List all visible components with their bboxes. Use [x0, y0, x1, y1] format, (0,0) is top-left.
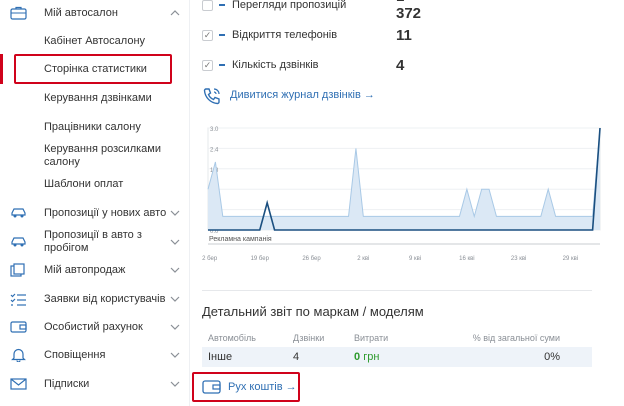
cell-cost-value: 0 — [354, 351, 361, 363]
chevron-down-icon — [170, 267, 180, 273]
sidebar-item-statistics-page[interactable]: Сторінка статистики — [0, 61, 190, 77]
sidebar-item-label: Сторінка статистики — [44, 62, 147, 75]
sidebar-item-payment-templates[interactable]: Шаблони оплат — [0, 176, 190, 192]
wallet-icon — [10, 321, 27, 333]
sidebar-item-dealer-cabinet[interactable]: Кабінет Автосалону — [0, 33, 190, 49]
sidebar-item-label: Кабінет Автосалону — [44, 34, 146, 47]
stat-label: Відкриття телефонів — [232, 29, 338, 41]
sidebar-item-notifications[interactable]: Сповіщення — [0, 346, 190, 364]
cell-cost-unit: грн — [363, 351, 380, 363]
bell-icon — [11, 348, 26, 362]
phone-icon — [203, 88, 220, 105]
stat-value: 4 — [396, 56, 405, 74]
cell-percent: 0% — [544, 351, 560, 363]
stat-label: Кількість дзвінків — [232, 59, 319, 71]
chevron-down-icon — [170, 324, 180, 330]
sidebar-item-personal-account[interactable]: Особистий рахунок — [0, 318, 190, 336]
envelope-icon — [10, 378, 27, 390]
stat-value: 11 — [396, 26, 412, 44]
cell-car: Інше — [208, 351, 233, 363]
chart-x-tick-label: 12 бер — [202, 256, 218, 262]
chart-x-tick-label: 16 кві — [459, 256, 475, 262]
chart-annotation: Рекламна кампанія — [209, 235, 272, 243]
chart-x-tick-label: 2 кві — [357, 256, 369, 262]
area-chart: 3.02.41.81.20.60.0Рекламна кампанія12 бе… — [199, 127, 601, 262]
money-movement-link-label: Рух коштів → — [228, 381, 297, 393]
chart-x-tick-label: 29 кві — [563, 256, 579, 262]
sidebar-item-label: Пропозиції в авто з пробігом — [44, 229, 142, 254]
sidebar-item-my-dealership[interactable]: Мій автосалон — [0, 4, 190, 22]
chevron-down-icon — [170, 352, 180, 358]
chevron-up-icon — [170, 10, 180, 16]
chart-x-tick-label: 9 кві — [409, 256, 421, 262]
chevron-down-icon — [170, 296, 180, 302]
wallet-icon — [202, 380, 221, 394]
chevron-down-icon — [170, 210, 180, 216]
sidebar-item-label: Керування розсилками салону — [44, 143, 161, 168]
report-title: Детальний звіт по маркам / моделям — [202, 304, 424, 319]
sidebar-item-staff[interactable]: Працівники салону — [0, 119, 190, 135]
series-color-swatch — [219, 64, 225, 66]
col-header-percent: % від загальної суми — [472, 333, 560, 343]
money-movement-link[interactable]: Рух коштів → — [200, 379, 297, 395]
chart-x-tick-label: 19 бер — [251, 256, 270, 262]
sidebar-item-label: Мій автопродаж — [44, 263, 126, 276]
col-header-car: Автомобіль — [208, 333, 256, 343]
sidebar-item-user-requests[interactable]: Заявки від користувачів — [0, 290, 190, 308]
stat-value: 1 372 — [396, 0, 422, 22]
sidebar: Мій автосалон Кабінет Автосалону Сторінк… — [0, 0, 190, 406]
sidebar-item-mailings[interactable]: Керування розсилками салону — [0, 143, 190, 168]
chart: 3.02.41.81.20.60.0Рекламна кампанія12 бе… — [199, 120, 612, 270]
chevron-down-icon — [170, 381, 180, 387]
col-header-costs: Витрати — [354, 333, 389, 343]
series-color-swatch — [219, 34, 225, 36]
sidebar-item-label: Шаблони оплат — [44, 177, 124, 190]
report-table-header: Автомобіль Дзвінки Витрати % від загальн… — [202, 330, 592, 346]
sidebar-item-label: Керування дзвінками — [44, 91, 152, 104]
sidebar-item-used-cars[interactable]: Пропозиції в авто з пробігом — [0, 228, 190, 256]
chart-x-tick-label: 23 кві — [511, 256, 526, 262]
cell-calls: 4 — [293, 351, 300, 363]
cell-costs: 0 грн — [354, 351, 379, 363]
sidebar-item-label: Пропозиції у нових авто — [44, 206, 167, 219]
sidebar-item-label: Працівники салону — [44, 120, 141, 133]
sidebar-item-subscriptions[interactable]: Підписки — [0, 375, 190, 393]
phone-opens-checkbox[interactable]: ✓ — [202, 29, 213, 41]
main-content: Перегляди пропозицій 1 372 ✓ Відкриття т… — [190, 0, 624, 406]
views-checkbox[interactable] — [202, 0, 213, 11]
sidebar-item-label: Підписки — [44, 377, 90, 390]
sidebar-item-label: Особистий рахунок — [44, 320, 143, 333]
sidebar-item-label: Мій автосалон — [44, 6, 118, 19]
col-header-calls: Дзвінки — [293, 333, 325, 343]
sidebar-item-my-autosale[interactable]: Мій автопродаж — [0, 261, 190, 279]
checklist-icon — [10, 293, 26, 306]
chart-x-tick-label: 26 бер — [302, 256, 321, 262]
sidebar-item-call-management[interactable]: Керування дзвінками — [0, 90, 190, 106]
series-color-swatch — [219, 4, 225, 6]
stat-label: Перегляди пропозицій — [232, 0, 347, 11]
car-icon — [11, 208, 26, 218]
calls-log-link-label: Дивитися журнал дзвінків → — [230, 89, 375, 101]
chart-y-tick-label: 3.0 — [210, 127, 219, 133]
car-icon — [11, 237, 26, 247]
divider — [202, 290, 592, 291]
calls-checkbox[interactable]: ✓ — [202, 59, 213, 71]
sidebar-item-label: Сповіщення — [44, 348, 106, 361]
briefcase-icon — [10, 6, 27, 20]
sidebar-item-new-cars[interactable]: Пропозиції у нових авто — [0, 204, 190, 222]
chart-y-tick-label: 2.4 — [210, 147, 219, 153]
table-row: Інше 4 0 грн 0% — [202, 347, 592, 367]
cards-icon — [10, 263, 25, 277]
chevron-down-icon — [170, 239, 180, 245]
sidebar-item-label: Заявки від користувачів — [44, 292, 166, 305]
